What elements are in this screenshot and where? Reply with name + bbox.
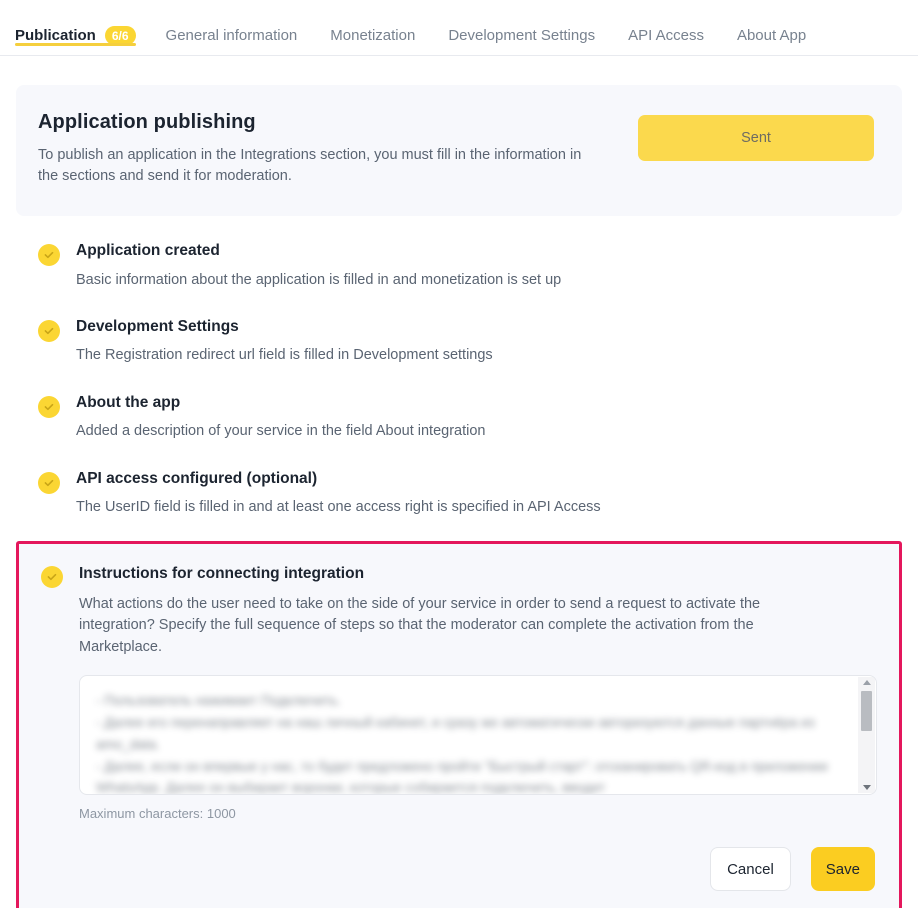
sent-button[interactable]: Sent [638, 115, 874, 161]
tab-general-information[interactable]: General information [166, 0, 314, 55]
tab-development-settings-label: Development Settings [448, 27, 596, 44]
scrollbar-thumb[interactable] [861, 691, 872, 731]
instructions-textarea[interactable]: - Пользователь нажимает Подключить. - Да… [79, 675, 877, 795]
scroll-up-arrow-icon[interactable] [862, 680, 871, 685]
publication-checklist: Application created Basic information ab… [16, 242, 902, 518]
checklist-item-development-settings: Development Settings The Registration re… [16, 318, 902, 366]
check-icon [38, 243, 60, 266]
instructions-textarea-value: - Пользователь нажимает Подключить. - Да… [96, 693, 828, 795]
checklist-item-body: About the app Added a description of you… [76, 394, 485, 442]
instructions-title: Instructions for connecting integration [79, 565, 365, 583]
checklist-item-description: Added a description of your service in t… [76, 423, 486, 440]
instructions-body: - Пользователь нажимает Подключить. - Да… [41, 675, 877, 891]
active-tab-underline [15, 43, 136, 46]
tab-publication[interactable]: Publication 6/6 [15, 0, 136, 55]
check-icon [41, 566, 63, 589]
tab-about-app-label: About App [736, 27, 807, 44]
tab-about-app[interactable]: About App [737, 0, 822, 55]
checklist-item-title: About the app [76, 393, 181, 411]
cancel-button[interactable]: Cancel [710, 847, 791, 891]
checklist-item-title: Development Settings [76, 317, 239, 335]
instructions-description: What actions do the user need to take on… [79, 596, 761, 655]
checklist-item-description: The Registration redirect url field is f… [76, 347, 493, 364]
tab-monetization-label: Monetization [330, 27, 416, 44]
publication-page: Publication 6/6 General information Mone… [0, 0, 918, 908]
check-icon [38, 471, 60, 494]
checklist-item-about-the-app: About the app Added a description of you… [16, 394, 902, 442]
checklist-item-description: The UserID field is filled in and at lea… [76, 499, 601, 516]
tab-api-access[interactable]: API Access [628, 0, 720, 55]
check-icon [38, 319, 60, 342]
tab-general-information-label: General information [165, 27, 298, 44]
save-button[interactable]: Save [810, 847, 875, 891]
checklist-item-body: API access configured (optional) The Use… [76, 470, 601, 518]
publishing-description: To publish an application in the Integra… [38, 147, 582, 185]
checklist-item-description: Basic information about the application … [76, 271, 562, 288]
tab-publication-label: Publication [15, 27, 96, 44]
instructions-header-body: Instructions for connecting integration … [79, 564, 801, 658]
tab-api-access-label: API Access [628, 27, 704, 44]
checklist-item-body: Development Settings The Registration re… [76, 318, 493, 366]
scroll-down-arrow-icon[interactable] [862, 785, 871, 790]
check-icon [38, 395, 60, 418]
checklist-item-application-created: Application created Basic information ab… [16, 242, 902, 290]
tab-bar: Publication 6/6 General information Mone… [0, 0, 918, 56]
checklist-item-body: Application created Basic information ab… [76, 242, 561, 290]
page-title: Application publishing [38, 111, 256, 133]
checklist-item-api-access-configured: API access configured (optional) The Use… [16, 470, 902, 518]
max-characters-label: Maximum characters: 1000 [79, 806, 236, 821]
textarea-scrollbar[interactable] [858, 677, 875, 793]
tab-monetization[interactable]: Monetization [330, 0, 431, 55]
tab-development-settings[interactable]: Development Settings [448, 0, 611, 55]
checklist-item-title: API access configured (optional) [76, 469, 318, 487]
page-content: Application publishing To publish an app… [0, 85, 918, 908]
instructions-header: Instructions for connecting integration … [41, 564, 877, 658]
application-publishing-card: Application publishing To publish an app… [16, 85, 902, 216]
instructions-actions: Cancel Save [79, 847, 877, 891]
instructions-section-highlighted: Instructions for connecting integration … [16, 541, 902, 908]
checklist-item-title: Application created [76, 241, 220, 259]
publishing-text-block: Application publishing To publish an app… [38, 111, 598, 188]
